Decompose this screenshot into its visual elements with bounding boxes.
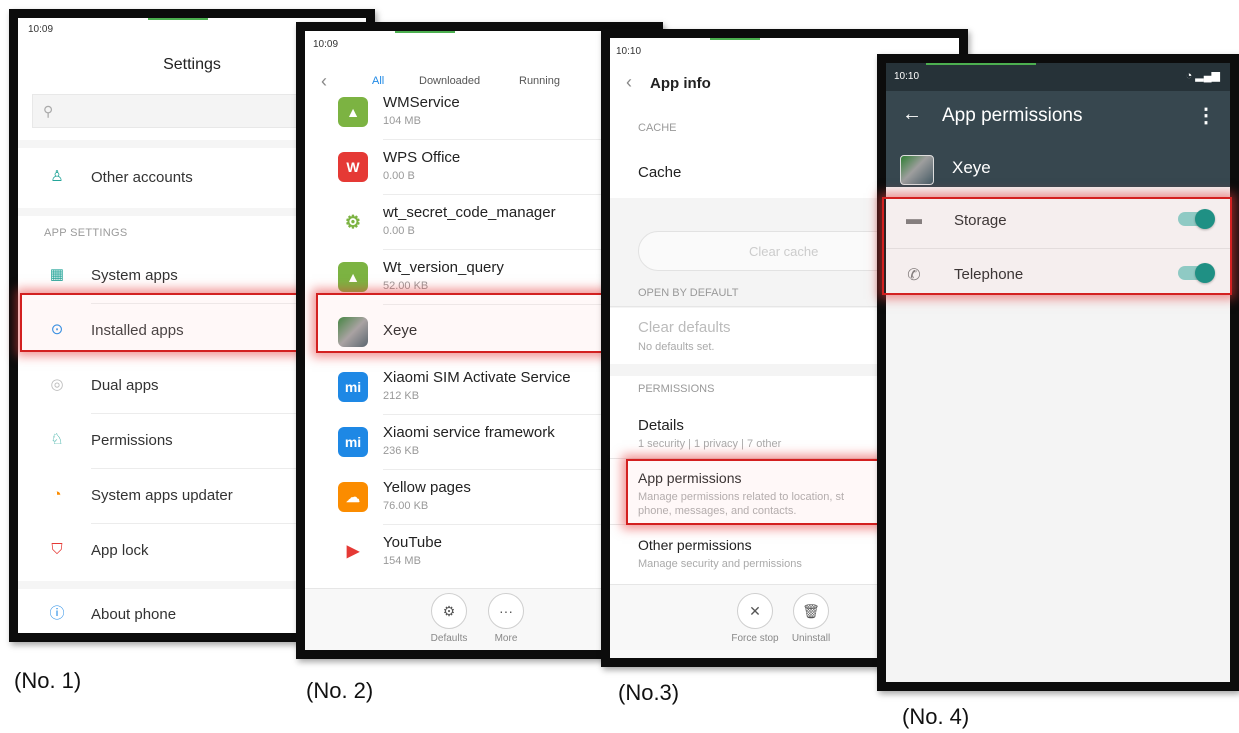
overflow-menu-icon[interactable]: ⋮: [1196, 103, 1216, 128]
item-label: System apps updater: [91, 487, 233, 504]
status-time: 10:10: [616, 46, 642, 57]
app-name: Xeye: [952, 158, 991, 177]
app-name: WPS Office: [383, 149, 461, 166]
cache-label: Cache: [638, 164, 682, 181]
section-header: OPEN BY DEFAULT: [638, 287, 739, 299]
force-stop-button[interactable]: ✕: [737, 593, 773, 629]
section-header: APP SETTINGS: [44, 227, 128, 239]
app-size: 52.00 KB: [383, 280, 429, 292]
uninstall-button[interactable]: 🗑: [793, 593, 829, 629]
app-size: 0.00 B: [383, 170, 415, 182]
gear-android-icon: ⚙: [338, 207, 368, 237]
lock-shield-icon: ⛉: [51, 541, 63, 558]
highlight-permissions: [882, 197, 1232, 295]
highlight-xeye: [316, 293, 606, 353]
signal-wifi-icon: ◔ ▂▄▆: [1185, 70, 1220, 82]
shield-person-icon: ♘: [50, 431, 64, 448]
caption-no3: (No.3): [618, 680, 680, 705]
page-title: App permissions: [942, 105, 1083, 126]
status-time: 10:09: [28, 24, 54, 35]
highlight-installed-apps: [20, 293, 302, 352]
page-title: App info: [650, 75, 711, 92]
more-dots-icon: ···: [499, 603, 513, 619]
app-name: YouTube: [383, 534, 442, 551]
force-stop-label: Force stop: [731, 633, 779, 644]
clear-defaults-label[interactable]: Clear defaults: [638, 319, 731, 336]
status-time: 10:10: [894, 71, 920, 82]
clear-cache-label: Clear cache: [749, 244, 819, 259]
more-button[interactable]: ···: [488, 593, 524, 629]
youtube-icon: ▶: [338, 537, 368, 567]
back-arrow-icon[interactable]: ←: [902, 103, 922, 126]
mi-icon: mi: [338, 372, 368, 402]
app-size: 236 KB: [383, 445, 420, 457]
app-size: 0.00 B: [383, 225, 415, 237]
app-name: Xiaomi service framework: [383, 424, 555, 441]
phone-app-permissions-screen: 10:10 ◔ ▂▄▆ ← App permissions ⋮ Xeye ▬ S…: [877, 54, 1239, 691]
section-header: PERMISSIONS: [638, 383, 715, 395]
uninstall-label: Uninstall: [791, 633, 831, 644]
back-icon[interactable]: ‹: [626, 72, 632, 93]
highlight-app-permissions: [626, 459, 882, 525]
item-label: Other accounts: [91, 169, 193, 186]
item-label: Dual apps: [91, 377, 159, 394]
item-label: App lock: [91, 542, 149, 559]
grid-icon: ▦: [49, 266, 65, 283]
trash-icon: 🗑: [802, 603, 820, 619]
info-icon: ⓘ: [49, 605, 65, 622]
no-defaults-text: No defaults set.: [638, 341, 715, 353]
gear-icon: ⚙: [442, 603, 456, 619]
wps-icon: W: [338, 152, 368, 182]
android-icon: ▲: [338, 262, 368, 292]
person-icon: ♙: [50, 168, 64, 185]
android-icon: ▲: [338, 97, 368, 127]
app-size: 212 KB: [383, 390, 420, 402]
app-name: Xiaomi SIM Activate Service: [383, 369, 571, 386]
app-name: wt_secret_code_manager: [383, 204, 556, 221]
other-permissions-label[interactable]: Other permissions: [638, 537, 752, 553]
defaults-label: Defaults: [430, 633, 468, 644]
app-name: WMService: [383, 94, 460, 111]
close-icon: ✕: [749, 603, 761, 619]
other-permissions-sub: Manage security and permissions: [638, 558, 802, 570]
caption-no4: (No. 4): [902, 704, 970, 729]
cloud-icon: ☁: [338, 482, 368, 512]
section-header: CACHE: [638, 122, 677, 134]
details-sub: 1 security | 1 privacy | 7 other: [638, 438, 782, 450]
details-label[interactable]: Details: [638, 417, 684, 434]
item-label: System apps: [91, 267, 178, 284]
app-name: Wt_version_query: [383, 259, 504, 276]
mi-icon: mi: [338, 427, 368, 457]
xeye-app-icon: [900, 155, 934, 185]
status-time: 10:09: [313, 39, 339, 50]
app-size: 104 MB: [383, 115, 421, 127]
defaults-button[interactable]: ⚙: [431, 593, 467, 629]
app-size: 76.00 KB: [383, 500, 429, 512]
caption-no1: (No. 1): [14, 668, 82, 693]
app-name: Yellow pages: [383, 479, 471, 496]
search-icon: ⚲: [43, 103, 54, 119]
update-icon: ◔: [52, 486, 62, 503]
item-label: Permissions: [91, 432, 173, 449]
dual-circle-icon: ◎: [50, 376, 64, 393]
app-size: 154 MB: [383, 555, 421, 567]
item-label: About phone: [91, 606, 177, 623]
more-label: More: [494, 633, 518, 644]
caption-no2: (No. 2): [306, 678, 374, 703]
